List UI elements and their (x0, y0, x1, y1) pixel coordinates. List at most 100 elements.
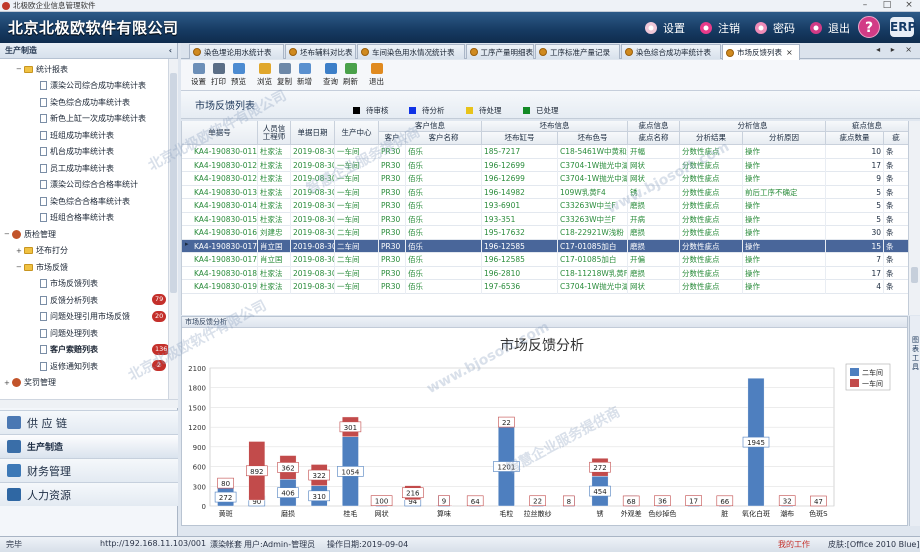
legend-label: 二车间 (862, 368, 883, 377)
table-row[interactable]: KA4-190830-014 杜家法 2019-08-30 一车间 PR30 佰乐 193-… (182, 199, 908, 213)
module-button[interactable]: 供 应 链 (0, 410, 178, 434)
document-icon (40, 279, 47, 289)
table-row[interactable]: KA4-190830-012 杜家法 2019-08-30 一车间 PR30 佰乐 196-… (182, 158, 908, 172)
table-row[interactable]: KA4-190830-017 肖立国 2019-08-30 二车间 PR30 佰乐 196-… (182, 253, 908, 267)
tab-4[interactable]: 工序产量明细表 (466, 44, 534, 59)
table-row[interactable]: ▸ KA4-190830-017 肖立国 2019-08-30 二车间 PR30 佰乐 196… (182, 239, 908, 253)
toolbar-button[interactable]: 新增 (295, 63, 314, 87)
cell-vat: 193-351 (482, 212, 558, 226)
minimize-button[interactable]: – (854, 0, 876, 12)
toolbar-button[interactable]: 预览 (229, 63, 248, 87)
tree-item[interactable]: 漂染公司综合合格率统计 (40, 177, 138, 194)
lock-action[interactable]: 注销 (699, 20, 740, 36)
cell-unit: 条 (884, 253, 908, 267)
my-work-link[interactable]: 我的工作 (778, 539, 810, 550)
cell-center: 一车间 (335, 212, 379, 226)
tab-2[interactable]: 坯布辅料对比表 (285, 44, 356, 59)
document-icon (40, 97, 47, 107)
tab-7[interactable]: 市场反馈列表 × (722, 44, 800, 60)
toolbar-button[interactable]: 打印 (209, 63, 228, 87)
module-button[interactable]: 财务管理 (0, 458, 178, 482)
tree-item[interactable]: 市场反馈列表 (40, 276, 98, 293)
tree-item-label: 漂染公司综合成功率统计表 (50, 81, 146, 91)
cell-qty: 5 (826, 185, 884, 199)
document-icon (40, 163, 47, 173)
legend-swatch (850, 368, 859, 376)
table-row[interactable]: KA4-190830-015 杜家法 2019-08-30 一车间 PR30 佰乐 193-… (182, 212, 908, 226)
tree-item[interactable]: 班组成功率统计表 (40, 127, 114, 144)
tab-1[interactable]: 染色埋论用水统计表 (189, 44, 284, 59)
cell-date: 2019-08-30 (291, 253, 335, 267)
cell-reason: 操作 (743, 253, 826, 267)
tree-item[interactable]: 机台成功率统计表 (40, 144, 114, 161)
table-row[interactable]: KA4-190830-016 刘建忠 2019-08-30 二车间 PR30 佰乐 195-… (182, 226, 908, 240)
tree-horizontal-scrollbar[interactable] (0, 399, 178, 408)
cell-cname: 佰乐 (406, 239, 482, 253)
scroll-thumb[interactable] (911, 267, 918, 283)
table-row[interactable]: KA4-190830-013 杜家法 2019-08-30 一车间 PR30 佰乐 196-… (182, 185, 908, 199)
module-button[interactable]: 生产制造 (0, 434, 178, 458)
toolbar-icon (370, 63, 383, 74)
tree-toggle-icon[interactable]: − (16, 65, 24, 73)
tree-item[interactable]: 问题处理引用市场反馈 (40, 309, 130, 326)
toolbar-button[interactable]: 退出 (367, 63, 386, 87)
cell-cname: 佰乐 (406, 226, 482, 240)
toolbar-button[interactable]: 复制 (275, 63, 294, 87)
grid-vertical-scrollbar[interactable] (908, 121, 920, 315)
gear-action[interactable]: 设置 (644, 20, 685, 36)
collapse-sidebar-icon[interactable]: ‹ (169, 46, 172, 55)
tree-item[interactable]: 员工成功率统计表 (40, 160, 114, 177)
tree-item[interactable]: 问题处理列表 (40, 325, 98, 342)
table-row[interactable]: KA4-190830-012 杜家法 2019-08-30 一车间 PR30 佰乐 196-… (182, 172, 908, 186)
cell-qty: 17 (826, 266, 884, 280)
tree-toggle-icon[interactable]: + (16, 247, 24, 255)
x-tick-label: 氧化白斑 (742, 509, 770, 518)
tree-item-label: 客户索赔列表 (50, 345, 98, 355)
close-button[interactable]: × (898, 0, 920, 12)
maximize-button[interactable]: □ (876, 0, 898, 12)
tab-3[interactable]: 车间染色用水情况统计表 (357, 44, 465, 59)
tree-item[interactable]: 班组合格率统计表 (40, 210, 114, 227)
column-header-defect-name: 疵点名称 (628, 132, 680, 145)
tree-item[interactable]: 新色上缸一次成功率统计表 (40, 111, 146, 128)
key-action[interactable]: 密码 (754, 20, 795, 36)
tree-item[interactable]: 染色综合合格率统计表 (40, 193, 130, 210)
tree-item[interactable]: 漂染公司综合成功率统计表 (40, 78, 146, 95)
tree-item[interactable]: 染色综合成功率统计表 (40, 94, 130, 111)
tab-6[interactable]: 染色综合成功率统计表 (621, 44, 721, 59)
tree-item[interactable]: 返修通知列表 (40, 358, 98, 375)
tree-toggle-icon[interactable]: − (16, 263, 24, 271)
tree-item[interactable]: + 奖罚管理 (4, 375, 56, 392)
tree-item-label: 返修通知列表 (50, 361, 98, 371)
status-skin[interactable]: 皮肤:[Office 2010 Blue] (828, 539, 919, 550)
tree-item[interactable]: 客户索赔列表 (40, 342, 98, 359)
y-tick-label: 2100 (188, 365, 206, 373)
table-row[interactable]: KA4-190830-011 杜家法 2019-08-30 一车间 PR30 佰乐 185-… (182, 145, 908, 159)
tree-item[interactable]: + 坯布打分 (16, 243, 68, 260)
tree-vertical-scrollbar[interactable] (168, 59, 178, 399)
table-row[interactable]: KA4-190830-019 杜家法 2019-08-30 一车间 PR30 佰乐 197-… (182, 280, 908, 294)
power-action[interactable]: 退出 (809, 20, 850, 36)
toolbar-button[interactable]: 设置 (189, 63, 208, 87)
toolbar-button[interactable]: 浏览 (255, 63, 274, 87)
tree-item[interactable]: 反馈分析列表 (40, 292, 98, 309)
data-label: 216 (406, 490, 420, 498)
tree-toggle-icon[interactable]: + (4, 379, 12, 387)
help-button[interactable]: ? (858, 16, 880, 38)
module-icon (12, 378, 21, 388)
status-dept: 漂染帐套 (210, 540, 242, 549)
column-header-person: 人员信 工程师 (258, 121, 291, 145)
toolbar-button[interactable]: 查询 (321, 63, 340, 87)
close-tab-icon[interactable]: × (786, 48, 793, 57)
tree-item[interactable]: − 质检管理 (4, 226, 56, 243)
tree-item[interactable]: − 统计报表 (16, 61, 68, 78)
module-button[interactable]: 人力资源 (0, 482, 178, 506)
toolbar-button[interactable]: 刷新 (341, 63, 360, 87)
tab-navigation[interactable]: ◂ ▸ × (876, 45, 916, 54)
table-row[interactable]: KA4-190830-018 杜家法 2019-08-30 一车间 PR30 佰乐 196-… (182, 266, 908, 280)
tab-5[interactable]: 工序标准产量记录 (535, 44, 620, 59)
scroll-thumb[interactable] (170, 73, 177, 293)
tree-toggle-icon[interactable]: − (4, 230, 12, 238)
tree-item[interactable]: − 市场反馈 (16, 259, 68, 276)
chart-tools-strip[interactable]: 图表工具 (909, 316, 920, 526)
